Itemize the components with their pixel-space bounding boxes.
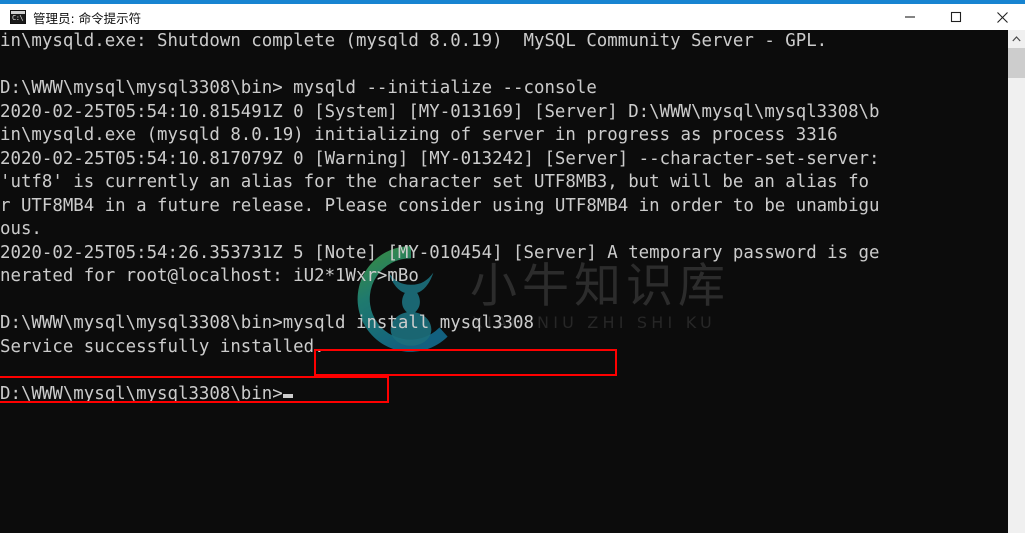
block-cursor [282, 393, 293, 398]
cmd-console-icon: C:\ [10, 10, 26, 24]
chevron-up-icon [1012, 35, 1021, 41]
maximize-icon [950, 11, 962, 23]
scrollbar-thumb[interactable] [1008, 48, 1025, 78]
console-output-area[interactable]: 小牛知识库 XIAO NIU ZHI SHI KU in\mysqld.exe:… [0, 30, 1008, 533]
scrollbar-up-button[interactable] [1008, 30, 1025, 47]
console-text: in\mysqld.exe: Shutdown complete (mysqld… [0, 31, 880, 404]
vertical-scrollbar[interactable] [1008, 30, 1025, 533]
window-title: 管理员: 命令提示符 [33, 10, 142, 26]
minimize-button[interactable] [887, 4, 933, 30]
maximize-button[interactable] [933, 4, 979, 30]
minimize-icon [905, 16, 915, 18]
title-bar[interactable]: C:\ 管理员: 命令提示符 [0, 4, 1025, 30]
close-icon [996, 11, 1008, 23]
command-prompt-window: C:\ 管理员: 命令提示符 小牛知识库 XIAO NIU ZHI SHI KU… [0, 0, 1025, 533]
cmd-icon-text: C:\ [12, 14, 24, 22]
close-button[interactable] [979, 4, 1025, 30]
